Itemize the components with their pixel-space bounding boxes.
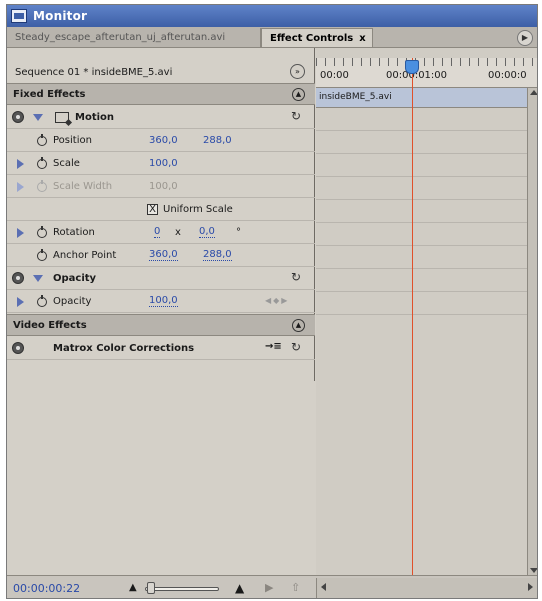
opacity-group-row: Opacity ↻ — [7, 267, 315, 290]
scroll-up-icon[interactable] — [530, 90, 537, 95]
stopwatch-icon[interactable] — [37, 249, 47, 261]
scroll-left-icon[interactable] — [321, 583, 326, 591]
matrox-row: Matrox Color Corrections →≡ ↻ — [7, 337, 315, 360]
bottom-bar: 00:00:00:22 ▲ ▲ ▶ ⇧ — [7, 575, 537, 598]
sequence-label: Sequence 01 * insideBME_5.avi — [15, 66, 173, 78]
title-bar: Monitor — [7, 5, 537, 27]
window-title: Monitor — [33, 9, 88, 23]
opacity-label: Opacity — [53, 295, 92, 307]
video-effects-header[interactable]: Video Effects ▲ — [7, 314, 315, 336]
stopwatch-icon[interactable] — [37, 180, 47, 192]
empty-effects-area — [7, 381, 315, 575]
opacity-group-label: Opacity — [53, 272, 97, 284]
motion-icon[interactable] — [55, 112, 69, 123]
rotation-label: Rotation — [53, 226, 95, 238]
motion-label: Motion — [75, 111, 115, 123]
hand-icon: ↻ — [291, 270, 302, 284]
motion-row: Motion ↻ — [7, 106, 315, 129]
effect-controls-window: Monitor Steady_escape_afterutan_uj_after… — [6, 4, 538, 599]
rotation-times-label: x — [175, 226, 181, 238]
tab-source-clip-label: Steady_escape_afterutan_uj_afterutan.avi — [15, 32, 226, 43]
stopwatch-icon[interactable] — [37, 134, 47, 146]
horizontal-scrollbar[interactable] — [316, 578, 537, 598]
rotation-row: Rotation 0 x 0,0 ° — [7, 221, 315, 244]
scale-label: Scale — [53, 157, 80, 169]
scale-row: Scale 100,0 — [7, 152, 315, 175]
position-row: Position 360,0 288,0 — [7, 129, 315, 152]
stopwatch-icon[interactable] — [37, 226, 47, 238]
eye-icon[interactable] — [12, 272, 24, 284]
disclosure-triangle-icon[interactable] — [33, 275, 43, 282]
eye-icon[interactable] — [12, 111, 24, 123]
zoom-slider[interactable] — [145, 587, 219, 591]
tab-effect-controls[interactable]: Effect Controls x — [261, 28, 373, 47]
scale-width-row: Scale Width 100,0 — [7, 175, 315, 198]
disclosure-triangle-icon[interactable] — [33, 114, 43, 121]
clip-label: insideBME_5.avi — [319, 92, 392, 102]
eye-icon[interactable] — [12, 342, 24, 354]
keyframe-nav-icon[interactable]: ◀◆▶ — [265, 296, 289, 305]
zoom-out-icon[interactable]: ▲ — [129, 582, 137, 593]
scale-width-value[interactable]: 100,0 — [149, 181, 178, 192]
tab-effect-controls-label: Effect Controls — [270, 32, 354, 44]
timeline-panel: 00:00 00:00:01:00 00:00:0 insideBME_5.av… — [316, 48, 537, 575]
scroll-right-icon[interactable] — [528, 583, 533, 591]
keyframe-grid — [316, 108, 537, 329]
current-time-indicator[interactable] — [405, 60, 419, 74]
close-tab-icon[interactable]: x — [359, 33, 365, 44]
tab-bar: Steady_escape_afterutan_uj_afterutan.avi… — [7, 27, 537, 48]
fixed-effects-header[interactable]: Fixed Effects ▲ — [7, 83, 315, 105]
position-label: Position — [53, 134, 92, 146]
ruler-time-end: 00:00:0 — [488, 70, 527, 81]
clip-bar[interactable]: insideBME_5.avi — [316, 88, 537, 108]
matrox-label: Matrox Color Corrections — [53, 342, 195, 354]
effect-settings-icon[interactable]: →≡ — [265, 341, 282, 352]
collapse-video-effects-icon[interactable]: ▲ — [292, 319, 305, 332]
disclosure-triangle-icon[interactable] — [17, 182, 24, 192]
time-ruler[interactable]: 00:00 00:00:01:00 00:00:0 — [316, 58, 537, 88]
stopwatch-icon[interactable] — [37, 157, 47, 169]
anchor-point-label: Anchor Point — [53, 249, 117, 261]
collapse-fixed-effects-icon[interactable]: ▲ — [292, 88, 305, 101]
hand-icon: ↻ — [291, 109, 302, 123]
scroll-down-icon[interactable] — [530, 568, 537, 573]
ruler-time-start: 00:00 — [320, 70, 349, 81]
play-audio-icon[interactable]: ▶ — [265, 581, 273, 594]
disclosure-triangle-icon[interactable] — [17, 228, 24, 238]
stopwatch-icon[interactable] — [37, 295, 47, 307]
vertical-scrollbar[interactable] — [527, 88, 537, 575]
disclosure-triangle-icon[interactable] — [17, 159, 24, 169]
anchor-point-y-value[interactable]: 288,0 — [203, 249, 232, 261]
uniform-scale-label: Uniform Scale — [163, 203, 233, 215]
show-hide-timeline-button[interactable]: » — [290, 64, 305, 79]
rotation-degrees-value[interactable]: 0,0 — [199, 226, 215, 238]
disclosure-triangle-icon[interactable] — [17, 297, 24, 307]
tab-source-clip[interactable]: Steady_escape_afterutan_uj_afterutan.avi — [7, 28, 261, 47]
uniform-scale-row: X Uniform Scale — [7, 198, 315, 221]
scale-value[interactable]: 100,0 — [149, 158, 178, 169]
uniform-scale-checkbox[interactable]: X — [147, 204, 158, 215]
position-x-value[interactable]: 360,0 — [149, 135, 178, 146]
effect-list-panel: Sequence 01 * insideBME_5.avi » Fixed Ef… — [7, 48, 315, 575]
hand-icon: ↻ — [291, 340, 302, 354]
monitor-icon — [11, 9, 27, 23]
scale-width-label: Scale Width — [53, 180, 113, 192]
rotation-degree-unit: ° — [236, 226, 241, 238]
rotation-turns-value[interactable]: 0 — [154, 226, 161, 238]
zoom-in-icon[interactable]: ▲ — [235, 581, 244, 595]
export-icon[interactable]: ⇧ — [291, 581, 300, 594]
sequence-row: Sequence 01 * insideBME_5.avi » — [7, 61, 315, 83]
video-effects-label: Video Effects — [13, 319, 87, 331]
current-time-line — [412, 58, 413, 575]
fixed-effects-label: Fixed Effects — [13, 88, 86, 100]
position-y-value[interactable]: 288,0 — [203, 135, 232, 146]
panel-menu-button[interactable]: ▶ — [517, 30, 533, 46]
anchor-point-row: Anchor Point 360,0 288,0 — [7, 244, 315, 267]
opacity-value[interactable]: 100,0 — [149, 295, 178, 307]
opacity-row: Opacity 100,0 ◀◆▶ — [7, 290, 315, 313]
anchor-point-x-value[interactable]: 360,0 — [149, 249, 178, 261]
ruler-ticks — [316, 58, 537, 66]
current-timecode[interactable]: 00:00:00:22 — [13, 582, 80, 595]
zoom-slider-thumb[interactable] — [147, 582, 155, 594]
